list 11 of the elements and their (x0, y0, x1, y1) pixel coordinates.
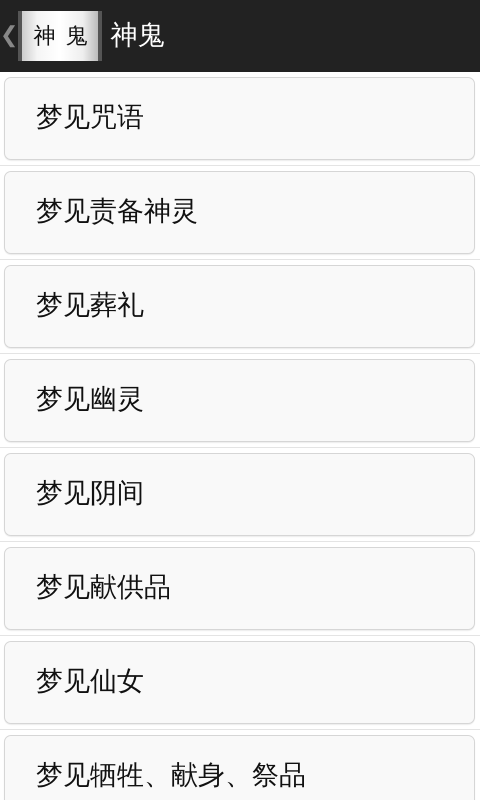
list-item[interactable]: 梦见幽灵 (4, 359, 475, 442)
logo: 神鬼 (18, 11, 102, 61)
list-item[interactable]: 梦见责备神灵 (4, 171, 475, 254)
screen-title: 神鬼 (110, 18, 164, 53)
list-item[interactable]: 梦见献供品 (4, 547, 475, 630)
list-item[interactable]: 梦见阴间 (4, 453, 475, 536)
back-button[interactable]: ❮ (0, 25, 18, 47)
list-item[interactable]: 梦见咒语 (4, 77, 475, 160)
list-item[interactable]: 梦见牺牲、献身、祭品 (4, 735, 475, 800)
list-item[interactable]: 梦见仙女 (4, 641, 475, 724)
list-item[interactable]: 梦见葬礼 (4, 265, 475, 348)
